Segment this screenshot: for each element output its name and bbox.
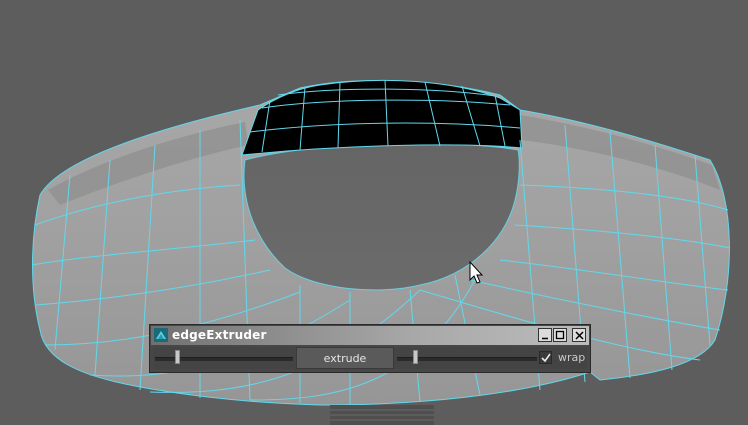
selected-faces[interactable] bbox=[241, 79, 523, 156]
edge-extruder-window[interactable]: edgeExtruder extrude wrap bbox=[149, 324, 591, 373]
right-slider-handle[interactable] bbox=[412, 350, 418, 364]
left-slider-handle[interactable] bbox=[174, 350, 180, 364]
minimize-icon bbox=[542, 337, 548, 340]
checkmark-icon bbox=[541, 353, 551, 363]
extrude-button[interactable]: extrude bbox=[296, 347, 394, 369]
wrap-label: wrap bbox=[558, 351, 586, 364]
minimize-button[interactable] bbox=[538, 328, 552, 342]
close-icon bbox=[575, 331, 584, 340]
window-title: edgeExtruder bbox=[172, 328, 267, 342]
close-button[interactable] bbox=[572, 328, 586, 342]
maximize-icon bbox=[555, 330, 565, 340]
right-slider-track[interactable] bbox=[397, 357, 537, 361]
window-titlebar[interactable]: edgeExtruder bbox=[151, 326, 589, 345]
app-icon bbox=[154, 328, 168, 342]
tool-controls: extrude wrap bbox=[153, 347, 587, 369]
wrap-checkbox[interactable] bbox=[539, 351, 552, 364]
maximize-button[interactable] bbox=[553, 328, 567, 342]
